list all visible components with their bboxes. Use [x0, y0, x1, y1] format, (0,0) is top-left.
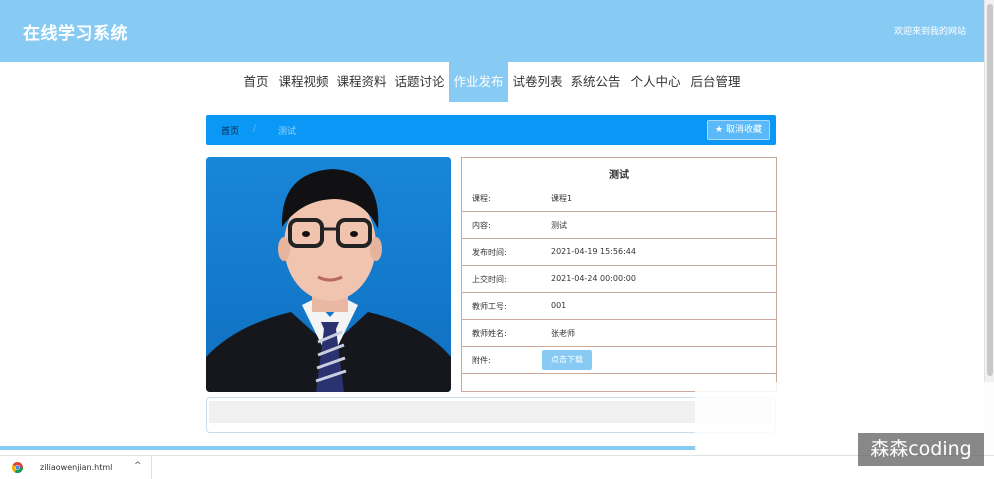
breadcrumb-home[interactable]: 首页: [221, 124, 239, 137]
nav-item-announcements[interactable]: 系统公告: [567, 62, 624, 102]
welcome-text: 欢迎来到我的网站: [893, 27, 966, 37]
browser-download-bar: ziliaowenjian.html ^: [0, 455, 994, 479]
breadcrumb-current: 测试: [278, 127, 297, 137]
comment-area[interactable]: [209, 401, 773, 423]
unfavorite-button[interactable]: ★ 取消收藏: [707, 120, 770, 140]
detail-row-teacher-id: 教师工号: 001: [462, 293, 776, 320]
nav-item-personal-center[interactable]: 个人中心: [627, 62, 684, 102]
detail-row-content: 内容: 测试: [462, 212, 776, 239]
unfavorite-label: 取消收藏: [725, 125, 762, 135]
download-item[interactable]: ziliaowenjian.html ^: [0, 456, 152, 479]
chevron-up-icon[interactable]: ^: [134, 461, 142, 471]
nav-item-home[interactable]: 首页: [238, 62, 274, 102]
detail-value-submit-time: 2021-04-24 00:00:00: [551, 274, 636, 283]
portrait-photo: [206, 157, 451, 392]
detail-row-submit-time: 上交时间: 2021-04-24 00:00:00: [462, 266, 776, 293]
detail-row-teacher-name: 教师姓名: 张老师: [462, 320, 776, 347]
homework-detail-panel: 测试 课程: 课程1 内容: 测试 发布时间: 2021-04-19 15:56…: [461, 157, 777, 392]
nav-item-homework[interactable]: 作业发布: [449, 62, 508, 102]
detail-label-course: 课程:: [472, 194, 491, 203]
download-file-name: ziliaowenjian.html: [40, 463, 113, 472]
watermark-text: 森森coding: [858, 433, 984, 466]
detail-row-publish-time: 发布时间: 2021-04-19 15:56:44: [462, 239, 776, 266]
nav-item-exam-list[interactable]: 试卷列表: [509, 62, 566, 102]
detail-label-content: 内容:: [472, 221, 491, 230]
breadcrumb: 首页 / 测试 ★ 取消收藏: [206, 115, 776, 145]
detail-value-content: 测试: [551, 221, 567, 230]
download-attachment-button[interactable]: 点击下载: [542, 350, 592, 370]
nav-item-course-videos[interactable]: 课程视频: [275, 62, 332, 102]
homework-title: 测试: [609, 170, 629, 181]
detail-label-publish-time: 发布时间:: [472, 248, 507, 257]
main-nav: 首页 课程视频 课程资料 话题讨论 作业发布 试卷列表 系统公告 个人中心 后台…: [0, 62, 984, 102]
footer-strip: [0, 446, 696, 450]
site-title: 在线学习系统: [23, 24, 128, 44]
detail-label-teacher-name: 教师姓名:: [472, 329, 507, 338]
nav-item-topic-discussion[interactable]: 话题讨论: [391, 62, 448, 102]
detail-label-submit-time: 上交时间:: [472, 275, 507, 284]
homework-image: [206, 157, 451, 392]
detail-value-course: 课程1: [551, 194, 573, 203]
star-icon: ★: [715, 125, 724, 135]
detail-row-course: 课程: 课程1: [462, 185, 776, 212]
comment-section: [206, 397, 776, 433]
detail-label-attachment: 附件:: [472, 356, 491, 365]
scrollbar-thumb[interactable]: [987, 4, 993, 376]
detail-row-attachment: 附件: 点击下载: [462, 347, 776, 374]
detail-value-teacher-id: 001: [551, 301, 567, 310]
nav-item-course-materials[interactable]: 课程资料: [333, 62, 390, 102]
detail-label-teacher-id: 教师工号:: [472, 302, 507, 311]
detail-value-publish-time: 2021-04-19 15:56:44: [551, 247, 636, 256]
site-header: 在线学习系统 欢迎来到我的网站: [0, 0, 984, 62]
breadcrumb-separator: /: [253, 124, 257, 134]
nav-item-admin[interactable]: 后台管理: [687, 62, 744, 102]
detail-value-teacher-name: 张老师: [551, 329, 575, 338]
chrome-icon: [12, 462, 23, 473]
